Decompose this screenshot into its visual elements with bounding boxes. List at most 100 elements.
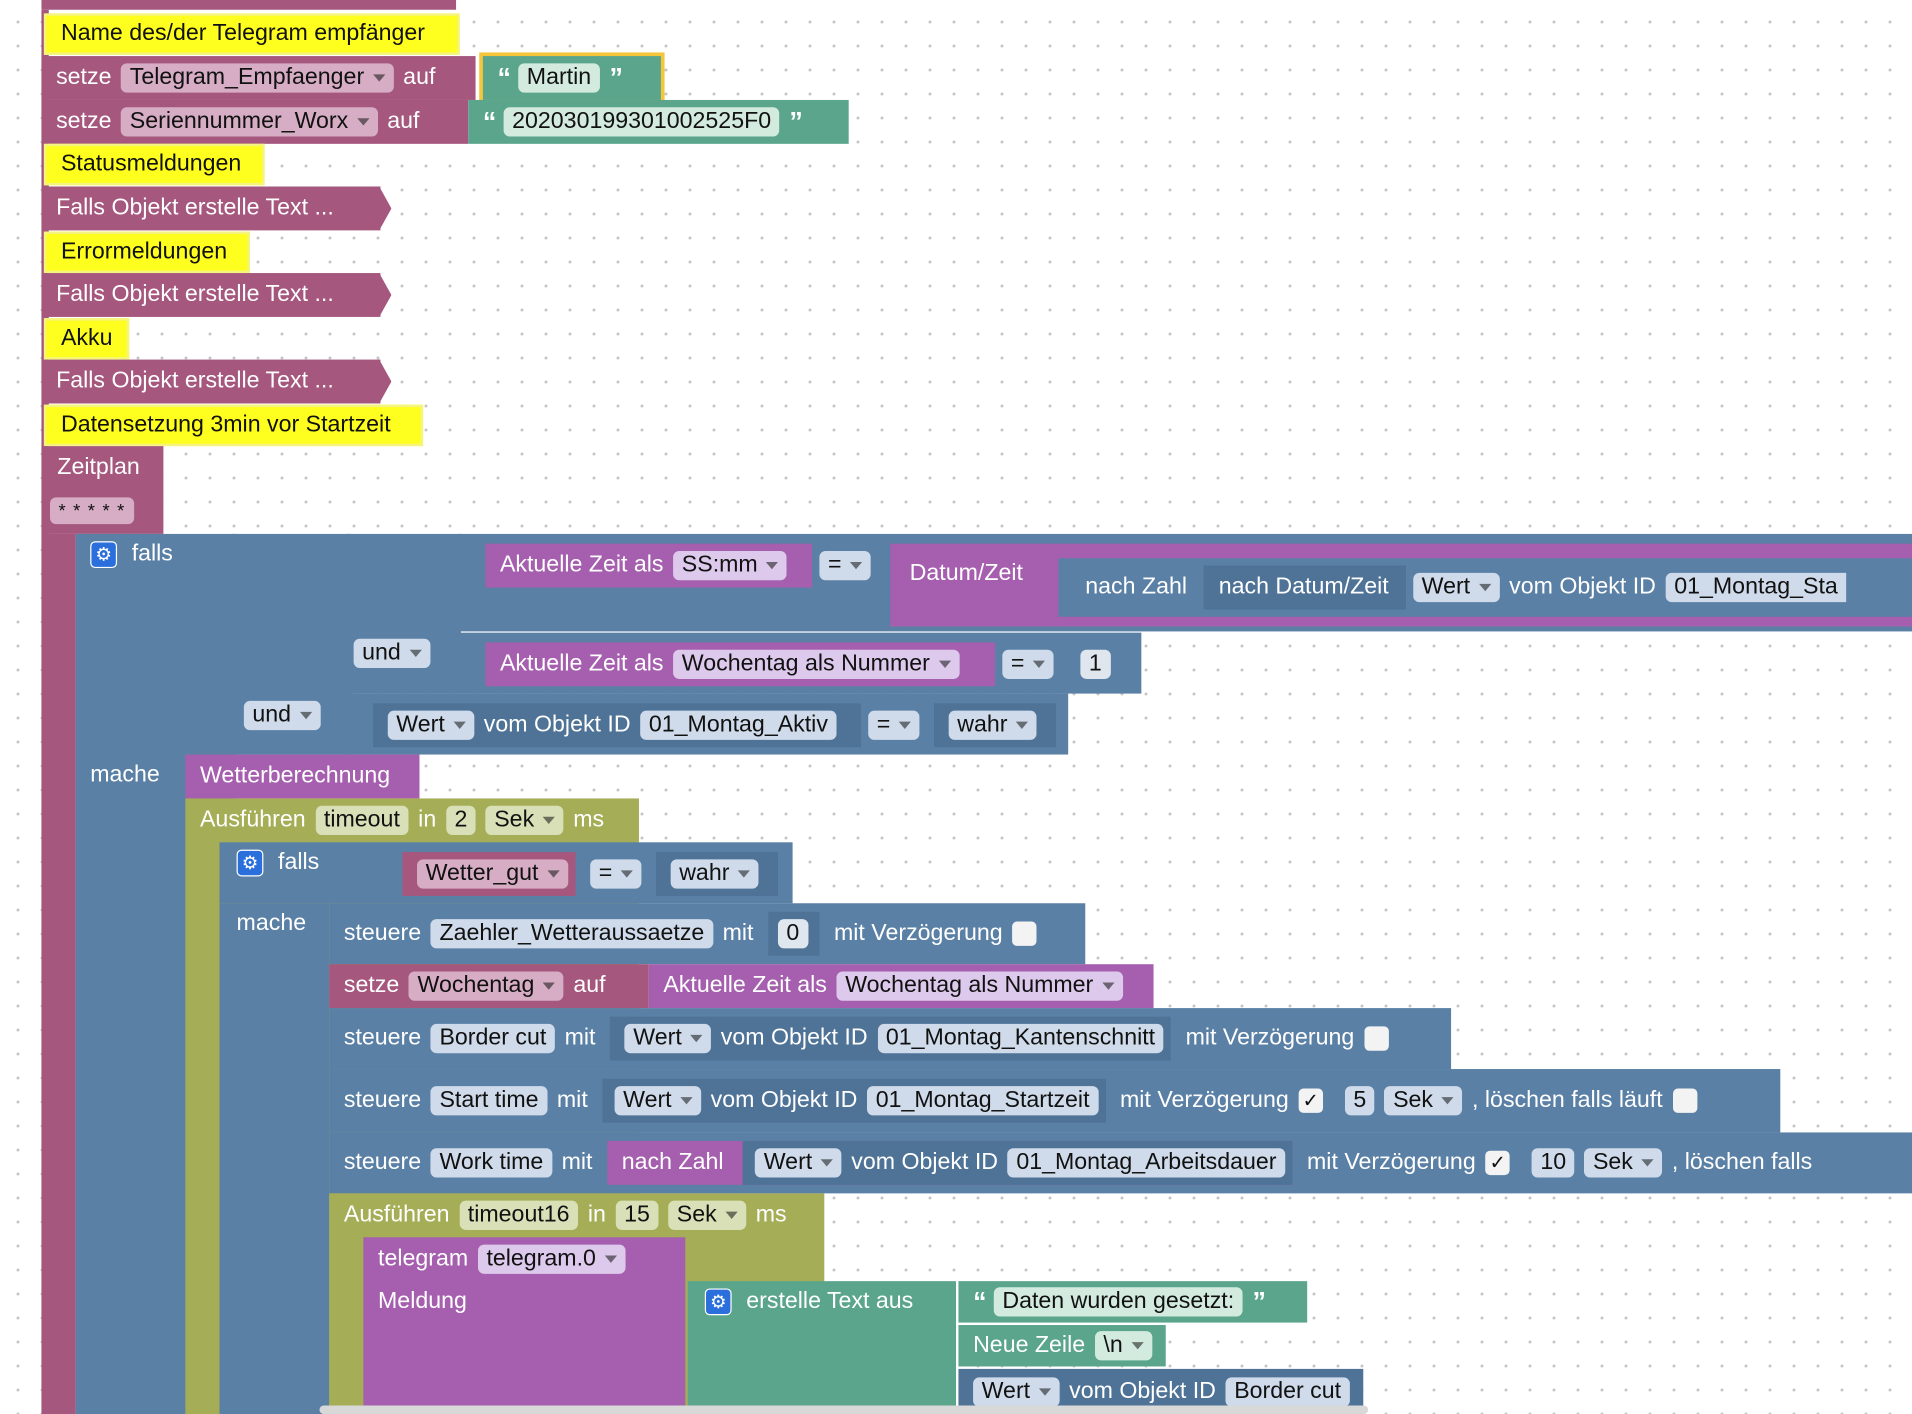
time-format-dropdown[interactable]: SS:mm [673, 550, 788, 581]
cron-field[interactable]: * * * * * [49, 497, 134, 525]
comment-errors[interactable]: Errormeldungen [43, 231, 250, 274]
object-field-counter[interactable]: Zaehler_Wetteraussaetze [430, 919, 713, 949]
string-field-data-set[interactable]: Daten wurden gesetzt: [993, 1287, 1243, 1317]
to-datetime-label: nach Datum/Zeit [1218, 574, 1389, 600]
object-id-field-edge[interactable]: 01_Montag_Kantenschnitt [877, 1023, 1164, 1054]
delay-checkbox[interactable]: ✓ [1485, 1150, 1510, 1176]
clear-checkbox[interactable] [1672, 1088, 1697, 1113]
variable-dropdown-weather[interactable]: Wetter_gut [417, 859, 568, 889]
object-field-work[interactable]: Work time [430, 1148, 552, 1178]
delay-checkbox[interactable] [1012, 921, 1037, 946]
object-field-border[interactable]: Border cut [430, 1023, 555, 1054]
delay-number-field[interactable]: 5 [1344, 1086, 1375, 1116]
comment-data-setting[interactable]: Datensetzung 3min vor Startzeit [43, 404, 424, 447]
delay-unit-dropdown[interactable]: Sek [1584, 1148, 1663, 1178]
block-function-call-errors[interactable]: Falls Objekt erstelle Text ... [41, 273, 381, 317]
block-get-var-weather[interactable]: Wetter_gut [402, 852, 576, 896]
block-number-0[interactable]: 0 [768, 911, 820, 956]
and-dropdown-outer[interactable]: und [243, 700, 321, 731]
string-field-serial[interactable]: 202030199301002525F0 [503, 107, 780, 137]
compare-op-dropdown-1[interactable]: = [819, 550, 871, 581]
block-current-time-weekday-2[interactable]: Aktuelle Zeit als Wochentag als Nummer [648, 964, 1154, 1009]
object-id-field-border[interactable]: Border cut [1225, 1376, 1350, 1407]
block-control-start[interactable]: steuere Start time mit Wert vom Objekt I… [329, 1069, 1781, 1133]
variable-dropdown-recipient[interactable]: Telegram_Empfaenger [121, 63, 394, 93]
timeout-unit-dropdown[interactable]: Sek [485, 805, 564, 835]
comment-telegram-recipient[interactable]: Name des/der Telegram empfänger [43, 13, 460, 55]
block-control-work[interactable]: steuere Work time mit nach Zahl Wert vom… [329, 1132, 1912, 1194]
block-boolean-true[interactable]: wahr [934, 703, 1056, 748]
weekday-format-dropdown-2[interactable]: Wochentag als Nummer [836, 971, 1123, 1001]
block-control-counter[interactable]: steuere Zaehler_Wetteraussaetze mit 0 mi… [329, 903, 1086, 965]
quote-open-icon: “ [973, 1286, 987, 1317]
timeout-unit-dropdown[interactable]: Sek [668, 1200, 746, 1230]
value-dropdown[interactable]: Wert [614, 1086, 701, 1116]
block-newline[interactable]: Neue Zeile \n [958, 1325, 1166, 1367]
block-string-data-set[interactable]: “ Daten wurden gesetzt: ” [958, 1281, 1308, 1323]
comment-status[interactable]: Statusmeldungen [43, 143, 265, 186]
value-dropdown[interactable]: Wert [1413, 572, 1500, 603]
telegram-instance-dropdown[interactable]: telegram.0 [477, 1244, 626, 1274]
block-get-value-edge[interactable]: Wert vom Objekt ID 01_Montag_Kantenschni… [610, 1016, 1171, 1061]
comment-battery[interactable]: Akku [43, 318, 130, 360]
block-string-serial[interactable]: “ 202030199301002525F0 ” [468, 99, 849, 144]
block-control-border[interactable]: steuere Border cut mit Wert vom Objekt I… [329, 1008, 1452, 1070]
block-top-remnant[interactable] [41, 0, 457, 10]
gear-icon[interactable]: ⚙ [704, 1288, 732, 1316]
block-set-serial[interactable]: setze Seriennummer_Worx auf [41, 99, 469, 144]
object-id-field-start[interactable]: 01_Montag_Sta [1665, 572, 1847, 603]
value-dropdown[interactable]: Wert [973, 1376, 1060, 1407]
boolean-dropdown[interactable]: wahr [948, 710, 1037, 740]
newline-dropdown[interactable]: \n [1094, 1331, 1153, 1361]
variable-dropdown-serial[interactable]: Seriennummer_Worx [121, 107, 378, 137]
gear-icon[interactable]: ⚙ [236, 849, 264, 877]
value-dropdown[interactable]: Wert [624, 1023, 712, 1054]
block-get-value-work[interactable]: Wert vom Objekt ID 01_Montag_Arbeitsdaue… [743, 1140, 1293, 1185]
object-field-start[interactable]: Start time [430, 1086, 548, 1116]
number-field-1[interactable]: 1 [1080, 649, 1111, 679]
block-set-recipient[interactable]: setze Telegram_Empfaenger auf [41, 56, 476, 100]
timeout-number-field[interactable]: 2 [445, 805, 476, 835]
boolean-dropdown[interactable]: wahr [670, 859, 759, 889]
block-to-number-1[interactable]: nach Zahl nach Datum/Zeit Wert vom Objek… [1058, 558, 1912, 617]
block-string-martin[interactable]: “ Martin ” [482, 56, 661, 100]
object-id-field-start-time[interactable]: 01_Montag_Startzeit [867, 1086, 1099, 1116]
block-function-call-status[interactable]: Falls Objekt erstelle Text ... [41, 186, 381, 231]
delay-checkbox[interactable] [1364, 1026, 1389, 1051]
variable-dropdown-weekday[interactable]: Wochentag [409, 971, 564, 1001]
block-current-time-weekday[interactable]: Aktuelle Zeit als Wochentag als Nummer [485, 642, 996, 687]
timeout-number-field[interactable]: 15 [615, 1200, 659, 1230]
delay-number-field[interactable]: 10 [1531, 1148, 1575, 1178]
compare-op-dropdown-2[interactable]: = [1002, 649, 1054, 679]
block-get-value-active[interactable]: Wert vom Objekt ID 01_Montag_Aktiv [373, 703, 861, 748]
object-id-field-work[interactable]: 01_Montag_Arbeitsdauer [1007, 1148, 1286, 1178]
horizontal-scrollbar[interactable] [319, 1405, 1369, 1414]
and-dropdown-inner[interactable]: und [353, 638, 431, 668]
gear-icon[interactable]: ⚙ [90, 541, 118, 569]
block-boolean-true-2[interactable]: wahr [656, 852, 778, 896]
delay-checkbox[interactable]: ✓ [1298, 1088, 1323, 1113]
string-field-martin[interactable]: Martin [518, 63, 600, 93]
compare-op-dropdown-4[interactable]: = [590, 859, 642, 889]
number-field-0[interactable]: 0 [777, 919, 808, 949]
block-call-weather[interactable]: Wetterberechnung [185, 754, 420, 799]
block-number-1[interactable]: 1 [1068, 642, 1130, 687]
delay-unit-dropdown[interactable]: Sek [1384, 1086, 1463, 1116]
block-function-call-battery[interactable]: Falls Objekt erstelle Text ... [41, 359, 381, 404]
block-to-datetime[interactable]: nach Datum/Zeit Wert vom Objekt ID 01_Mo… [1204, 565, 1912, 610]
timeout-name-field[interactable]: timeout [315, 805, 409, 835]
block-get-value-start-time[interactable]: Wert vom Objekt ID 01_Montag_Startzeit [602, 1078, 1106, 1123]
block-set-weekday[interactable]: setze Wochentag auf [329, 964, 649, 1009]
value-dropdown[interactable]: Wert [387, 710, 475, 740]
weekday-format-dropdown[interactable]: Wochentag als Nummer [673, 649, 960, 679]
schedule-label: Zeitplan [57, 454, 140, 481]
block-get-value-start[interactable]: Wert vom Objekt ID 01_Montag_Sta [1405, 565, 1912, 610]
of-object-label: vom Objekt ID [851, 1149, 999, 1176]
timeout-name-field[interactable]: timeout16 [459, 1200, 579, 1230]
value-dropdown[interactable]: Wert [755, 1148, 842, 1178]
block-to-number-2[interactable]: nach Zahl Wert vom Objekt ID 01_Montag_A… [607, 1140, 1293, 1185]
with-delay-label: mit Verzögerung [1120, 1087, 1289, 1113]
block-current-time-hhmm[interactable]: Aktuelle Zeit als SS:mm [485, 543, 813, 588]
compare-op-dropdown-3[interactable]: = [868, 710, 920, 740]
object-id-field-active[interactable]: 01_Montag_Aktiv [640, 710, 837, 740]
